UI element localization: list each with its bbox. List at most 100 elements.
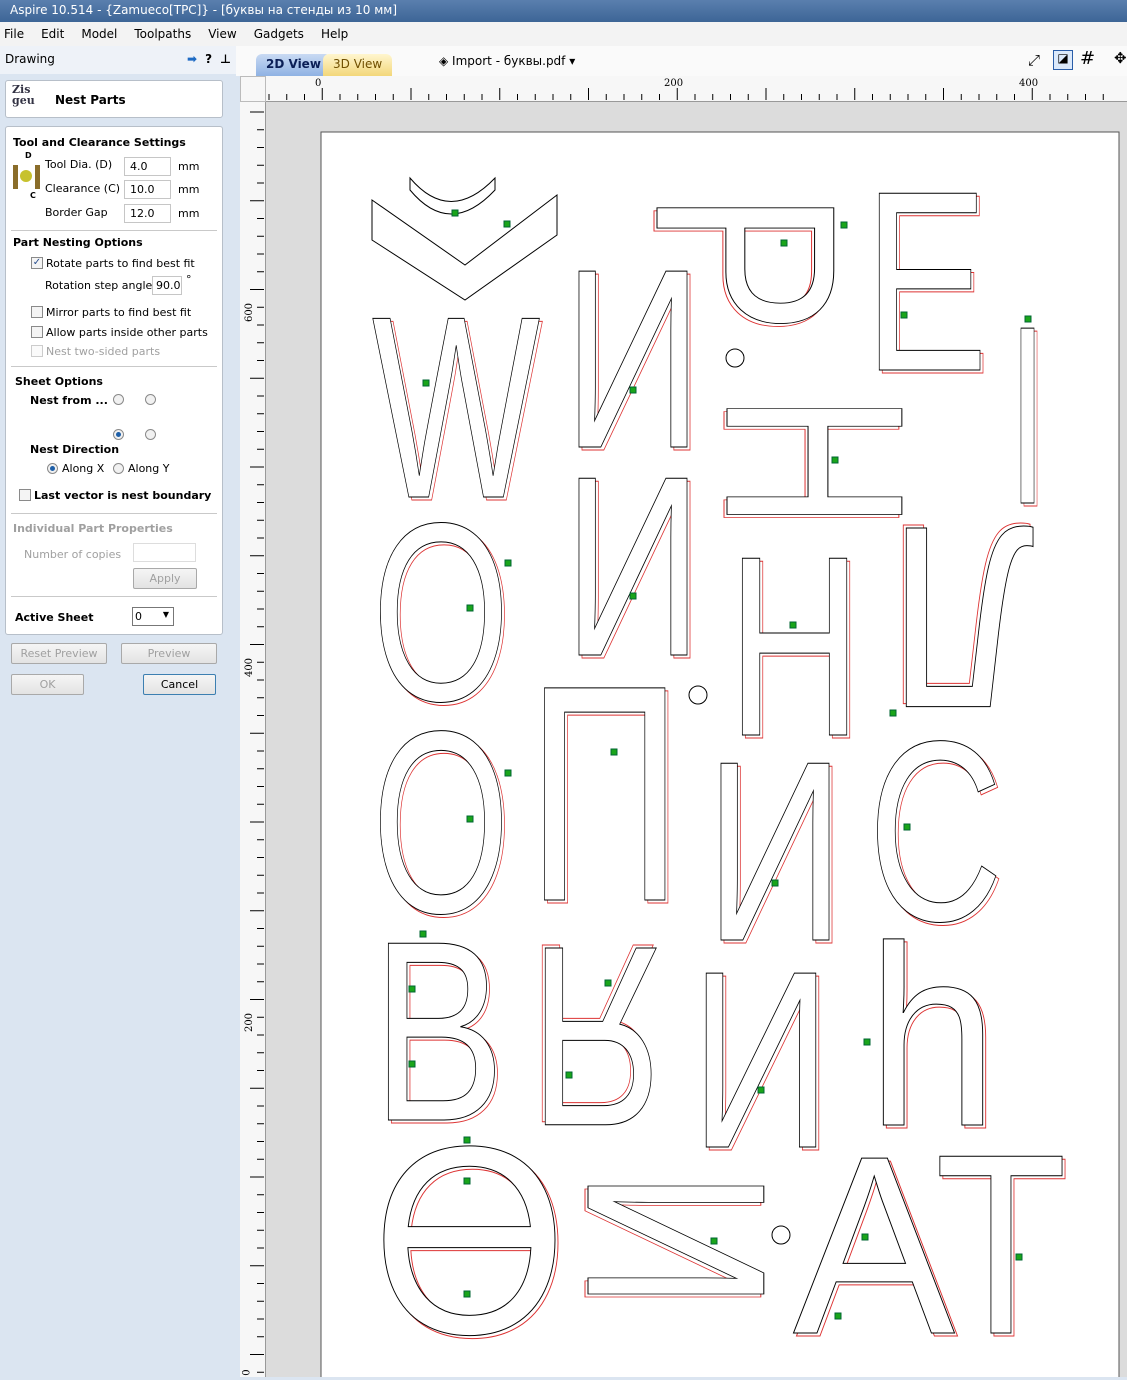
menu-model[interactable]: Model bbox=[81, 27, 117, 41]
start-point-marker bbox=[463, 1136, 471, 1144]
help-icon[interactable]: ? bbox=[205, 52, 212, 68]
import-dropdown[interactable]: ◈ Import - буквы.pdf ▾ bbox=[439, 54, 575, 68]
last-vector-checkbox[interactable] bbox=[19, 489, 31, 501]
start-point-marker bbox=[831, 456, 839, 464]
tab-2d-view[interactable]: 2D View bbox=[256, 54, 331, 76]
active-sheet-value: 0 bbox=[135, 610, 142, 623]
nest-from-label: Nest from ... bbox=[30, 394, 108, 407]
start-point-marker bbox=[780, 239, 788, 247]
ruler-label: 400 bbox=[244, 657, 256, 678]
zoom-extents-icon[interactable]: ⤢ bbox=[1028, 51, 1040, 69]
start-point-marker bbox=[408, 985, 416, 993]
start-point-marker bbox=[463, 1177, 471, 1185]
last-vector-label: Last vector is nest boundary bbox=[34, 489, 212, 502]
border-gap-input[interactable]: 12.0 bbox=[124, 204, 171, 223]
copies-input[interactable] bbox=[133, 543, 196, 562]
along-y-radio[interactable] bbox=[113, 463, 124, 474]
nest-direction-label: Nest Direction bbox=[30, 443, 120, 456]
pin-icon[interactable]: ⊥ bbox=[220, 52, 231, 68]
start-point-marker bbox=[503, 220, 511, 228]
letter-part: ЕЕ bbox=[864, 138, 992, 429]
nest-from-bottom-right[interactable] bbox=[145, 429, 156, 440]
step-angle-input[interactable]: 90.0 bbox=[152, 276, 182, 295]
along-y-label: Along Y bbox=[128, 462, 170, 475]
start-point-marker bbox=[840, 221, 848, 229]
letter-outline: Р bbox=[602, 190, 889, 335]
hole-part bbox=[688, 685, 708, 705]
start-point-marker bbox=[408, 1060, 416, 1068]
letter-part: ТТ bbox=[935, 1101, 1071, 1380]
start-point-marker bbox=[610, 748, 618, 756]
menu-view[interactable]: View bbox=[208, 27, 236, 41]
tool-clearance-heading: Tool and Clearance Settings bbox=[13, 136, 186, 149]
nest-from-bottom-left[interactable] bbox=[113, 429, 124, 440]
two-sided-label: Nest two-sided parts bbox=[46, 345, 161, 358]
sheet-heading: Sheet Options bbox=[15, 375, 103, 388]
start-point-marker bbox=[757, 1086, 765, 1094]
divider bbox=[11, 230, 217, 231]
along-x-radio[interactable] bbox=[47, 463, 58, 474]
cancel-button[interactable]: Cancel bbox=[143, 674, 216, 695]
divider bbox=[11, 596, 217, 597]
start-point-marker bbox=[504, 559, 512, 567]
grid-icon[interactable]: # bbox=[1080, 48, 1095, 69]
start-point-marker bbox=[1024, 315, 1032, 323]
chevron-down-icon: ▼ bbox=[162, 610, 169, 619]
menu-file[interactable]: File bbox=[4, 27, 24, 41]
two-sided-checkbox[interactable] bbox=[31, 345, 43, 357]
tool-diagram-icon: D C bbox=[13, 151, 43, 200]
unit-label: mm bbox=[178, 207, 200, 220]
mirror-checkbox[interactable] bbox=[31, 306, 43, 318]
start-point-marker bbox=[629, 592, 637, 600]
pan-icon[interactable]: ✥ bbox=[1114, 49, 1127, 67]
letter-outline: Т bbox=[935, 1101, 1067, 1377]
divider bbox=[11, 366, 217, 367]
active-sheet-label: Active Sheet bbox=[15, 611, 94, 624]
inside-checkbox[interactable] bbox=[31, 326, 43, 338]
start-point-marker bbox=[889, 709, 897, 717]
unit-label: mm bbox=[178, 183, 200, 196]
ruler-left: 600 400 200 0 bbox=[240, 102, 266, 1377]
apply-button[interactable]: Apply bbox=[133, 568, 197, 589]
start-point-marker bbox=[771, 879, 779, 887]
drawing-canvas[interactable]: WWИИРРЕЕIIННООИИННЛЛООППИИССВВЯЯИИhhӨӨИИ… bbox=[266, 102, 1127, 1380]
import-label: Import - буквы.pdf bbox=[452, 54, 566, 68]
menu-bar: File Edit Model Toolpaths View Gadgets H… bbox=[0, 22, 1127, 46]
reset-preview-button[interactable]: Reset Preview bbox=[11, 643, 107, 664]
mirror-label: Mirror parts to find best fit bbox=[46, 306, 192, 319]
border-gap-label: Border Gap bbox=[45, 206, 108, 219]
nest-from-top-left[interactable] bbox=[113, 394, 124, 405]
tab-3d-view[interactable]: 3D View bbox=[323, 54, 393, 76]
start-point-marker bbox=[863, 1038, 871, 1046]
view-toolbar: 2D View 3D View ◈ Import - буквы.pdf ▾ ⤢… bbox=[236, 46, 1127, 76]
clearance-input[interactable]: 10.0 bbox=[124, 180, 171, 199]
menu-help[interactable]: Help bbox=[321, 27, 348, 41]
d-label: D bbox=[25, 151, 32, 160]
start-point-marker bbox=[710, 1237, 718, 1245]
degree-label: ° bbox=[186, 273, 192, 286]
drawing-panel: Drawing ➡? ⊥ Zis geu Nest Parts Tool and C… bbox=[0, 46, 236, 1377]
tool-dia-input[interactable]: 4.0 bbox=[124, 157, 171, 176]
letter-outline: А bbox=[793, 1103, 955, 1377]
dock-arrow-icon[interactable]: ➡ bbox=[187, 52, 197, 68]
start-point-marker bbox=[900, 311, 908, 319]
ruler-label: 200 bbox=[664, 78, 684, 89]
ok-button[interactable]: OK bbox=[11, 674, 84, 695]
nest-from-top-right[interactable] bbox=[145, 394, 156, 405]
menu-edit[interactable]: Edit bbox=[41, 27, 64, 41]
window-title: Aspire 10.514 - {Zamueco[TPC]} - [буквы … bbox=[10, 3, 398, 17]
ruler-label: 600 bbox=[244, 302, 256, 323]
preview-button[interactable]: Preview bbox=[121, 643, 217, 664]
menu-toolpaths[interactable]: Toolpaths bbox=[134, 27, 191, 41]
start-point-marker bbox=[504, 769, 512, 777]
start-point-marker bbox=[565, 1071, 573, 1079]
start-point-marker bbox=[789, 621, 797, 629]
menu-gadgets[interactable]: Gadgets bbox=[254, 27, 304, 41]
start-point-marker bbox=[451, 209, 459, 217]
rotate-checkbox[interactable]: ✓ bbox=[31, 257, 43, 269]
snap-icon[interactable]: ◪ bbox=[1053, 50, 1073, 70]
start-point-marker bbox=[466, 815, 474, 823]
active-sheet-select[interactable]: 0 ▼ bbox=[132, 607, 174, 626]
layers-icon: ◈ bbox=[439, 54, 453, 68]
tool-dia-label: Tool Dia. (D) bbox=[45, 158, 113, 171]
